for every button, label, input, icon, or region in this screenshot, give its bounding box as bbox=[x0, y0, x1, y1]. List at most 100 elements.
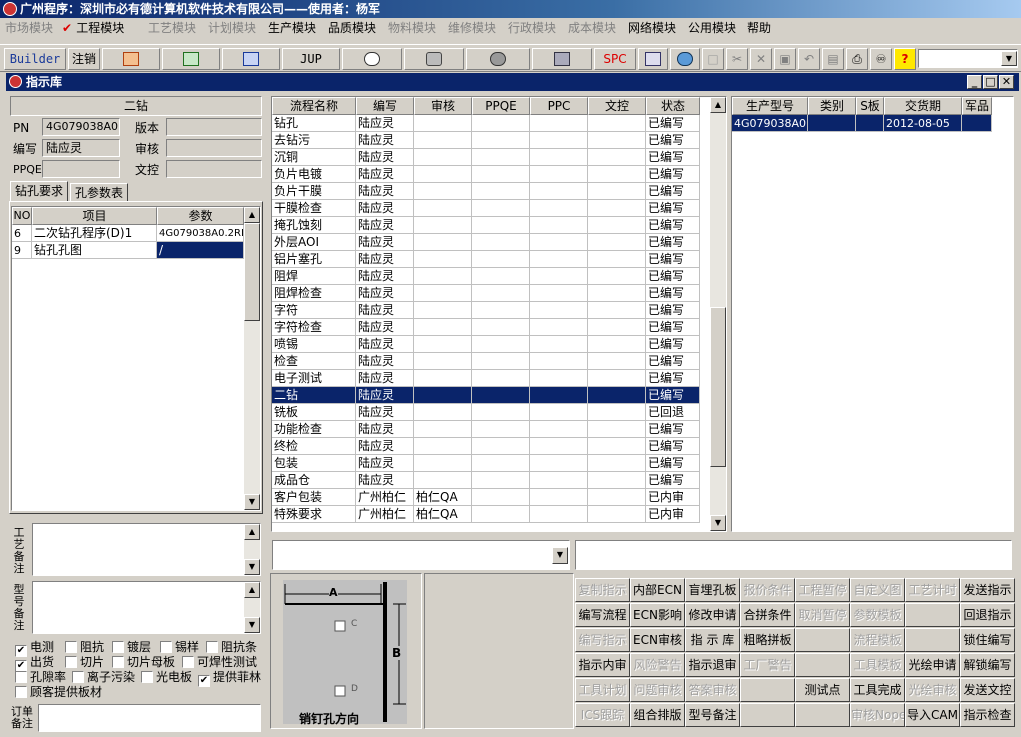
scroll-up-icon[interactable]: ▲ bbox=[710, 97, 726, 113]
action-button-3-1[interactable]: 风险警告 bbox=[630, 653, 685, 677]
logout-button[interactable]: 注销 bbox=[68, 48, 100, 70]
table-row[interactable]: 4G079038A0 2012-08-05 bbox=[732, 115, 992, 132]
table-row[interactable]: 干膜检查 陆应灵 已编写 bbox=[272, 200, 710, 217]
table-row[interactable]: 掩孔蚀刻 陆应灵 已编写 bbox=[272, 217, 710, 234]
action-button-0-2[interactable]: 盲埋孔板 bbox=[685, 578, 740, 602]
action-button-3-3[interactable]: 工厂警告 bbox=[740, 653, 795, 677]
action-button-3-4[interactable] bbox=[795, 653, 850, 677]
model-note-field[interactable]: ▲ ▼ bbox=[32, 581, 261, 634]
checkbox-2[interactable]: 镀层 bbox=[112, 640, 151, 654]
checkbox-box[interactable] bbox=[206, 641, 218, 653]
action-button-2-0[interactable]: 编写指示 bbox=[575, 628, 630, 652]
menu-item-5[interactable]: 品质模块 bbox=[328, 18, 376, 38]
spc-button[interactable]: SPC bbox=[594, 48, 636, 70]
menu-item-12[interactable]: 帮助 bbox=[747, 18, 771, 38]
table-row[interactable]: 字符 陆应灵 已编写 bbox=[272, 302, 710, 319]
checkbox-9[interactable]: 孔隙率 bbox=[15, 670, 66, 684]
table-row[interactable]: 负片干膜 陆应灵 已编写 bbox=[272, 183, 710, 200]
menu-item-10[interactable]: 网络模块 bbox=[628, 18, 676, 38]
checkbox-box[interactable] bbox=[15, 671, 27, 683]
maximize-button[interactable]: □ bbox=[983, 75, 998, 89]
action-button-1-2[interactable]: 修改申请 bbox=[685, 603, 740, 627]
menu-item-4[interactable]: 生产模块 bbox=[268, 18, 316, 38]
action-button-0-7[interactable]: 发送指示 bbox=[960, 578, 1015, 602]
action-button-4-2[interactable]: 答案审核 bbox=[685, 678, 740, 702]
scroll-up-icon[interactable]: ▲ bbox=[244, 524, 260, 540]
table-row[interactable]: 二钻 陆应灵 已编写 bbox=[272, 387, 710, 404]
action-button-5-2[interactable]: 型号备注 bbox=[685, 703, 740, 727]
chevron-down-icon[interactable]: ▼ bbox=[1001, 51, 1017, 66]
action-button-3-6[interactable]: 光绘申请 bbox=[905, 653, 960, 677]
table-row[interactable]: 阻焊检查 陆应灵 已编写 bbox=[272, 285, 710, 302]
builder-button[interactable]: Builder bbox=[4, 48, 66, 70]
close-button[interactable]: ✕ bbox=[999, 75, 1014, 89]
action-button-1-7[interactable]: 回退指示 bbox=[960, 603, 1015, 627]
database-button[interactable] bbox=[404, 48, 464, 70]
table-row[interactable]: 铣板 陆应灵 已回退 bbox=[272, 404, 710, 421]
process-col-header[interactable]: PPC bbox=[530, 97, 588, 115]
table-row[interactable]: 字符检查 陆应灵 已编写 bbox=[272, 319, 710, 336]
action-button-3-7[interactable]: 解锁编写 bbox=[960, 653, 1015, 677]
version-field[interactable] bbox=[166, 118, 262, 136]
action-button-2-4[interactable] bbox=[795, 628, 850, 652]
orders-col-header[interactable]: S板 bbox=[856, 97, 884, 115]
ie-button[interactable] bbox=[670, 48, 700, 70]
table-row[interactable]: 沉铜 陆应灵 已编写 bbox=[272, 149, 710, 166]
delete-button[interactable]: ✕ bbox=[750, 48, 772, 70]
scroll-thumb[interactable] bbox=[244, 223, 260, 321]
process-col-header[interactable]: 编写 bbox=[356, 97, 414, 115]
tab-hole-params[interactable]: 孔参数表 bbox=[70, 183, 129, 201]
scroll-thumb[interactable] bbox=[710, 307, 726, 467]
orders-col-header[interactable]: 生产型号 bbox=[732, 97, 808, 115]
undo-button[interactable]: ↶ bbox=[798, 48, 820, 70]
action-button-1-4[interactable]: 取消暂停 bbox=[795, 603, 850, 627]
doc-control-field[interactable] bbox=[166, 160, 262, 178]
note-scrollbar[interactable]: ▲ ▼ bbox=[244, 582, 260, 633]
table-row[interactable]: 特殊要求 广州柏仁 柏仁QA 已内审 bbox=[272, 506, 710, 523]
process-note-field[interactable]: ▲ ▼ bbox=[32, 523, 261, 576]
checkbox-8[interactable]: 可焊性测试 bbox=[182, 655, 257, 669]
scroll-up-icon[interactable]: ▲ bbox=[244, 207, 260, 223]
remark-input[interactable] bbox=[575, 540, 1012, 570]
process-col-header[interactable]: 状态 bbox=[646, 97, 700, 115]
action-button-2-3[interactable]: 粗略拼板 bbox=[740, 628, 795, 652]
orders-col-header[interactable]: 军品 bbox=[962, 97, 992, 115]
cut-button[interactable]: ✂ bbox=[726, 48, 748, 70]
action-button-2-6[interactable] bbox=[905, 628, 960, 652]
table-row[interactable]: 成品仓 陆应灵 已编写 bbox=[272, 472, 710, 489]
action-button-5-4[interactable] bbox=[795, 703, 850, 727]
checkbox-4[interactable]: 阻抗条 bbox=[206, 640, 257, 654]
action-button-2-5[interactable]: 流程模板 bbox=[850, 628, 905, 652]
table-row[interactable]: 铝片塞孔 陆应灵 已编写 bbox=[272, 251, 710, 268]
action-button-3-5[interactable]: 工具模板 bbox=[850, 653, 905, 677]
ppqe-field[interactable] bbox=[42, 160, 120, 178]
table-row[interactable]: 钻孔 陆应灵 已编写 bbox=[272, 115, 710, 132]
checkbox-box[interactable] bbox=[112, 641, 124, 653]
action-button-0-4[interactable]: 工程暂停 bbox=[795, 578, 850, 602]
action-button-5-1[interactable]: 组合排版 bbox=[630, 703, 685, 727]
jup-button[interactable]: JUP bbox=[282, 48, 340, 70]
process-col-header[interactable]: 审核 bbox=[414, 97, 472, 115]
menu-item-8[interactable]: 行政模块 bbox=[508, 18, 556, 38]
action-button-0-0[interactable]: 复制指示 bbox=[575, 578, 630, 602]
action-button-1-3[interactable]: 合拼条件 bbox=[740, 603, 795, 627]
save-button[interactable]: ▣ bbox=[774, 48, 796, 70]
checkbox-box[interactable] bbox=[72, 671, 84, 683]
view-button[interactable] bbox=[342, 48, 402, 70]
action-button-2-2[interactable]: 指 示 库 bbox=[685, 628, 740, 652]
action-button-3-2[interactable]: 指示退审 bbox=[685, 653, 740, 677]
checkbox-1[interactable]: 阻抗 bbox=[65, 640, 104, 654]
scroll-down-icon[interactable]: ▼ bbox=[244, 559, 260, 575]
menu-item-1[interactable]: ✔ 工程模块 bbox=[62, 18, 124, 38]
checkbox-box[interactable] bbox=[141, 671, 153, 683]
powerpoint-button[interactable] bbox=[102, 48, 160, 70]
cell-param[interactable]: / bbox=[157, 242, 244, 259]
checkbox-7[interactable]: 切片母板 bbox=[112, 655, 175, 669]
tab-drill-requirements[interactable]: 钻孔要求 bbox=[10, 181, 69, 201]
action-button-5-0[interactable]: ICS跟踪 bbox=[575, 703, 630, 727]
checkbox-11[interactable]: 光电板 bbox=[141, 670, 192, 684]
checkbox-box[interactable] bbox=[112, 656, 124, 668]
action-button-4-4[interactable]: 测试点 bbox=[795, 678, 850, 702]
process-col-header[interactable]: 流程名称 bbox=[272, 97, 356, 115]
checkbox-box[interactable] bbox=[182, 656, 194, 668]
